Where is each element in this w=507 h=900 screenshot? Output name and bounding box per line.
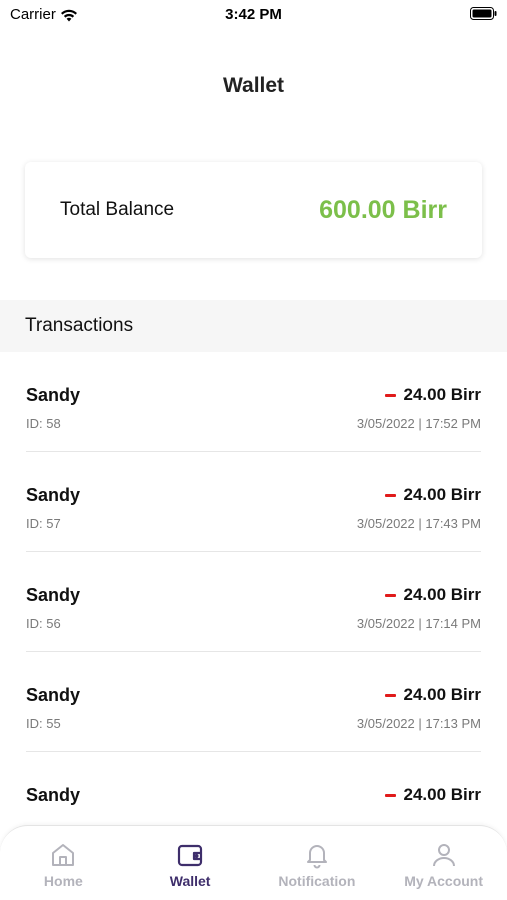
tab-home-label: Home bbox=[43, 873, 83, 889]
transaction-id: ID: 57 bbox=[26, 516, 61, 531]
transaction-date: 3/05/2022 | 17:52 PM bbox=[356, 416, 481, 431]
balance-card: Total Balance 600.00 Birr bbox=[25, 162, 482, 258]
transaction-name: Sandy bbox=[26, 785, 81, 805]
transaction-id: ID: 56 bbox=[26, 616, 61, 631]
page-title: Wallet bbox=[222, 74, 285, 97]
tab-wallet-label: Wallet bbox=[169, 873, 211, 889]
transaction-amount: 24.00 Birr bbox=[384, 585, 482, 605]
transaction-amount: 24.00 Birr bbox=[384, 785, 482, 805]
bell-icon bbox=[306, 845, 327, 869]
transaction-row[interactable]: Sandy ID: 57 24.00 Birr 3/05/2022 | 17:4… bbox=[26, 452, 481, 552]
transaction-row[interactable]: Sandy ID: 56 24.00 Birr 3/05/2022 | 17:1… bbox=[26, 552, 481, 652]
battery-icon bbox=[470, 7, 497, 20]
transaction-name: Sandy bbox=[26, 485, 81, 505]
status-bar: Carrier 3:42 PM bbox=[0, 0, 507, 30]
transaction-amount-value: 24.00 Birr bbox=[403, 585, 482, 604]
user-icon bbox=[432, 844, 455, 867]
transaction-name: Sandy bbox=[26, 585, 81, 605]
transaction-amount: 24.00 Birr bbox=[384, 685, 482, 705]
balance-label: Total Balance bbox=[60, 199, 175, 220]
tab-my-account[interactable]: My Account bbox=[380, 826, 507, 900]
minus-icon bbox=[384, 593, 396, 597]
transaction-row[interactable]: Sandy ID: 58 24.00 Birr 3/05/2022 | 17:5… bbox=[26, 352, 481, 452]
tab-home[interactable]: Home bbox=[0, 826, 127, 900]
minus-icon bbox=[384, 693, 396, 697]
transactions-title: Transactions bbox=[25, 315, 134, 336]
status-time: 3:42 PM bbox=[225, 6, 282, 23]
transaction-row[interactable]: Sandy ID: 55 24.00 Birr 3/05/2022 | 17:1… bbox=[26, 652, 481, 752]
tab-notification-label: Notification bbox=[278, 873, 356, 889]
transaction-name: Sandy bbox=[26, 685, 81, 705]
transaction-id: ID: 55 bbox=[26, 716, 61, 731]
transaction-date: 3/05/2022 | 17:43 PM bbox=[356, 516, 481, 531]
tab-notification[interactable]: Notification bbox=[254, 826, 381, 900]
transaction-date: 3/05/2022 | 17:14 PM bbox=[356, 616, 481, 631]
transaction-amount: 24.00 Birr bbox=[384, 385, 482, 405]
transaction-id: ID: 58 bbox=[26, 416, 61, 431]
transaction-name: Sandy bbox=[26, 385, 81, 405]
transactions-list[interactable]: Sandy ID: 58 24.00 Birr 3/05/2022 | 17:5… bbox=[0, 352, 507, 822]
tab-wallet[interactable]: Wallet bbox=[127, 826, 254, 900]
minus-icon bbox=[384, 493, 396, 497]
wallet-icon bbox=[178, 844, 203, 867]
minus-icon bbox=[384, 393, 396, 397]
tab-my-account-label: My Account bbox=[404, 873, 484, 889]
transaction-date: 3/05/2022 | 17:13 PM bbox=[356, 716, 481, 731]
transaction-amount-value: 24.00 Birr bbox=[403, 485, 482, 504]
transaction-amount-value: 24.00 Birr bbox=[403, 685, 482, 704]
home-icon bbox=[52, 844, 75, 866]
transaction-amount-value: 24.00 Birr bbox=[403, 385, 482, 404]
transaction-amount-value: 24.00 Birr bbox=[403, 785, 482, 804]
bottom-tab-bar: Home Wallet Notification My Account bbox=[0, 825, 507, 900]
transaction-amount: 24.00 Birr bbox=[384, 485, 482, 505]
transaction-row[interactable]: Sandy 24.00 Birr bbox=[26, 752, 481, 822]
minus-icon bbox=[384, 793, 396, 797]
balance-value: 600.00 Birr bbox=[319, 195, 447, 224]
transactions-header: Transactions bbox=[0, 300, 507, 352]
